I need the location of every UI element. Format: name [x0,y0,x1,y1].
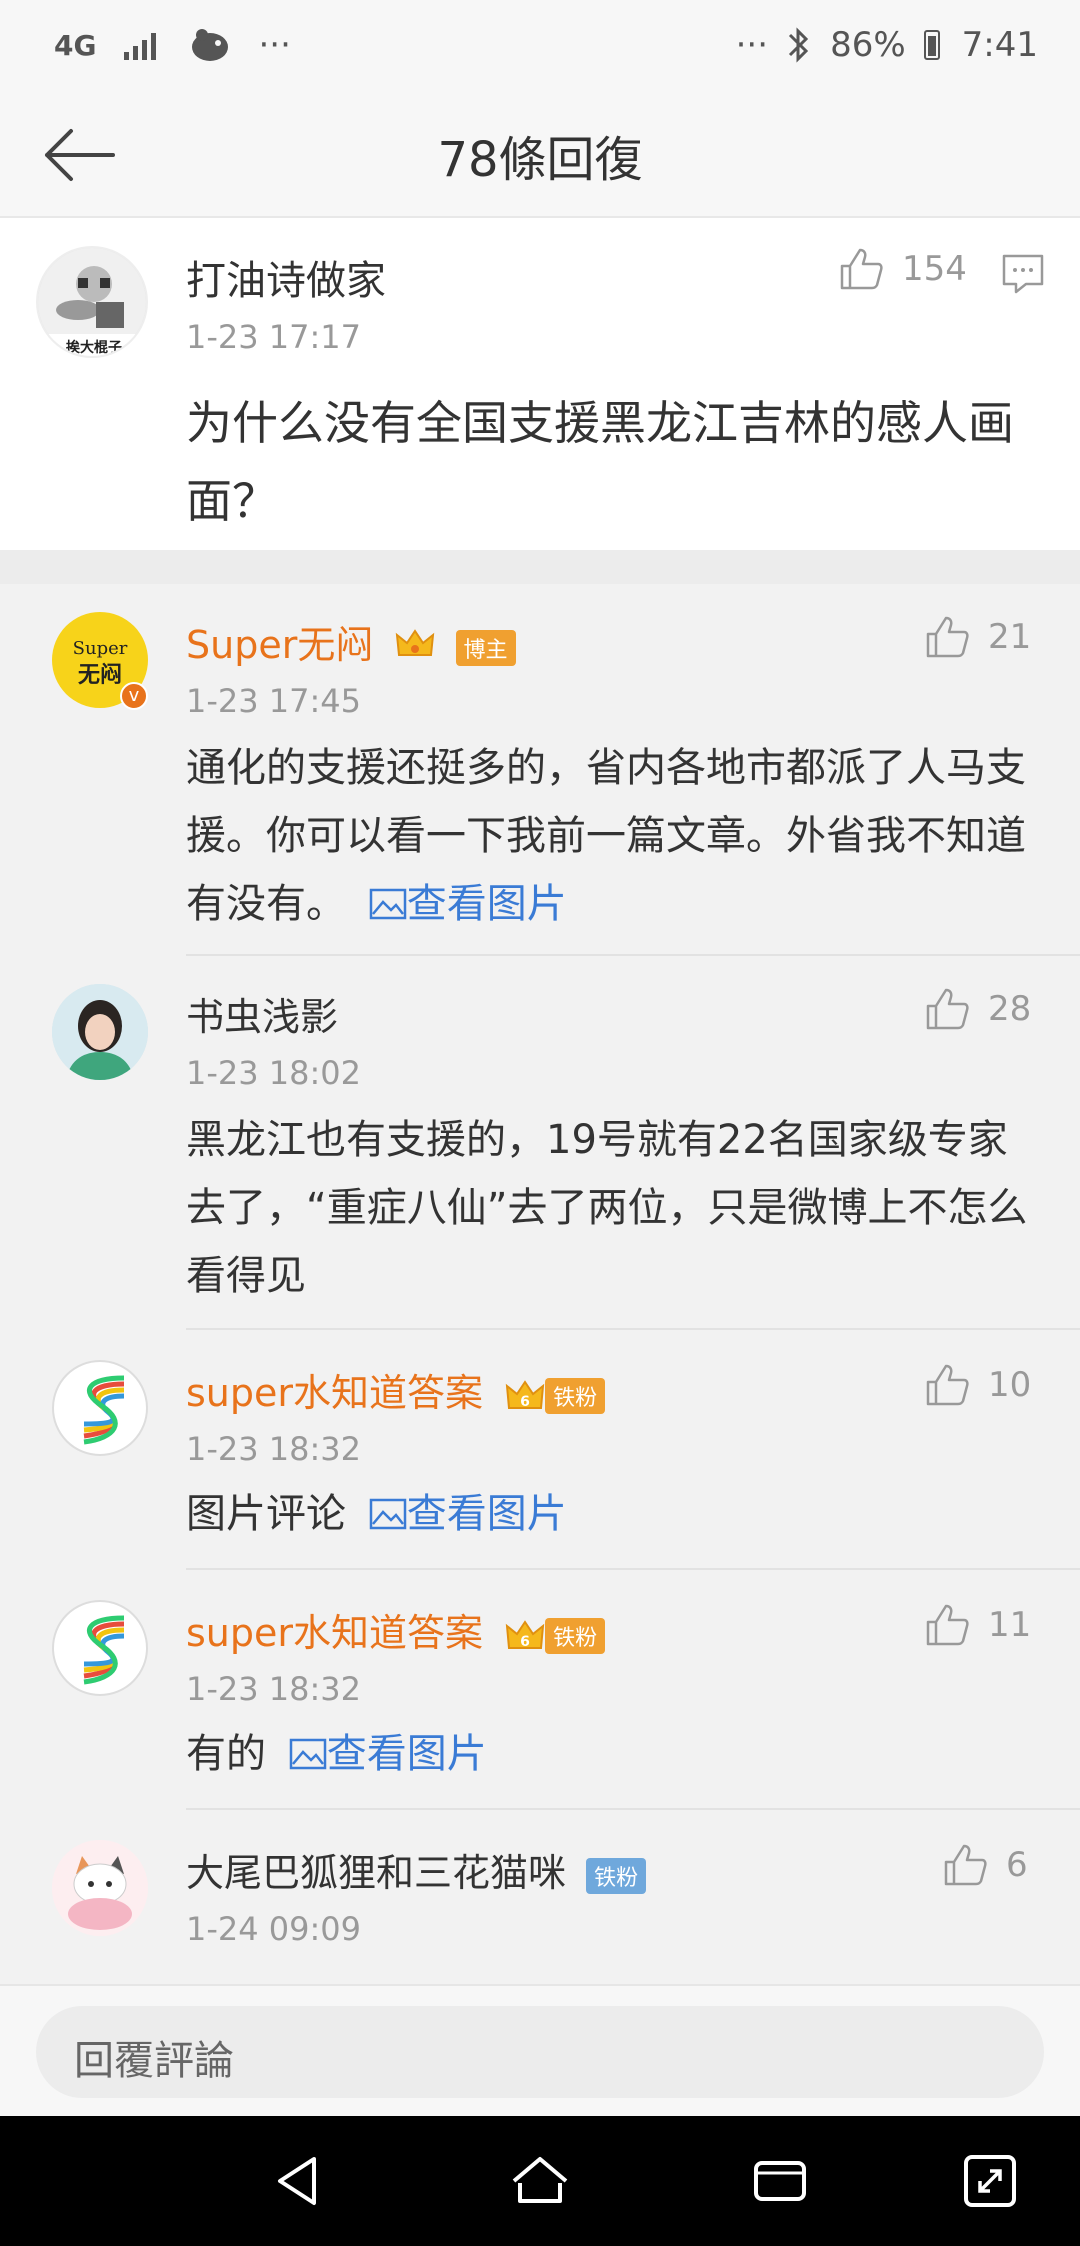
svg-text:无闷: 无闷 [78,662,122,688]
view-image-link[interactable]: 查看图片 [279,1731,487,1777]
nav-home-button[interactable] [510,2151,570,2211]
fan-badge: 铁粉 [586,1857,647,1894]
expand-icon [964,2155,1016,2207]
reply-item: super水知道答案 6 铁粉 1-23 18:32 10 图片评论 查看图片 [0,1330,1080,1570]
like-count: 6 [1006,1845,1028,1885]
home-icon [512,2157,568,2203]
avatar[interactable] [52,1600,148,1696]
nav-expand-button[interactable] [960,2151,1020,2211]
image-icon [289,1738,326,1770]
reply-author[interactable]: Super无闷 博主 [186,614,516,670]
avatar[interactable] [52,984,148,1080]
reply-item: Super 无闷 v Super无闷 博主 1-23 17:45 21 通化的支… [0,584,1080,956]
reply-text: 图片评论 查看图片 [186,1491,567,1537]
reply-input-placeholder: 回覆評論 [74,2038,234,2084]
reply-item: super水知道答案 6 铁粉 1-23 18:32 11 有的 查看图片 [0,1570,1080,1810]
reply-text: 有的 查看图片 [186,1731,487,1777]
like-button[interactable]: 21 [924,614,1031,660]
thumbs-up-icon [944,1844,987,1886]
cat-avatar-icon [52,1840,148,1936]
svg-text:挨大棍子: 挨大棍子 [66,339,122,356]
reply-input-bar: 回覆評論 [0,1984,1080,2116]
reply-time: 1-23 18:32 [186,1670,362,1708]
like-button[interactable]: 154 [838,246,967,292]
blogger-badge: 博主 [455,629,516,666]
reply-button[interactable] [1000,252,1046,300]
crown-icon: 6 [505,1379,545,1410]
app-notification-icon [188,22,232,68]
robot-avatar-icon: 挨大棍子 [38,248,146,356]
rainbow-avatar-icon [83,1375,125,1445]
like-button[interactable]: 11 [924,1602,1031,1648]
page-title: 78條回復 [437,132,643,188]
recents-icon [754,2161,806,2201]
thumbs-up-icon [840,248,883,290]
avatar[interactable] [52,1360,148,1456]
reply-time: 1-23 18:32 [186,1430,362,1468]
avatar[interactable] [52,1840,148,1936]
svg-text:6: 6 [520,1394,530,1410]
comment-icon [1002,254,1044,294]
rainbow-avatar-icon [83,1615,125,1685]
avatar[interactable]: 挨大棍子 [36,246,148,358]
more-status-text: ··· [735,25,769,65]
person-avatar-icon [52,984,148,1080]
verified-badge-icon: v [120,682,148,710]
back-triangle-icon [278,2157,316,2205]
reply-text: 通化的支援还挺多的，省内各地市都派了人马支援。你可以看一下我前一篇文章。外省我不… [186,745,1026,927]
fan-badge: 6 铁粉 [505,1617,606,1654]
status-bar: 4G ··· ··· 86% 7:41 [0,0,1080,92]
reply-time: 1-24 09:09 [186,1910,362,1948]
reply-list: Super 无闷 v Super无闷 博主 1-23 17:45 21 通化的支… [0,584,1080,1984]
like-count: 21 [988,617,1032,657]
reply-input[interactable]: 回覆評論 [36,2006,1044,2098]
like-button[interactable]: 6 [942,1842,1028,1888]
view-image-link[interactable]: 查看图片 [359,881,567,927]
like-count: 154 [902,249,967,289]
reply-time: 1-23 18:02 [186,1054,362,1092]
like-count: 11 [988,1605,1032,1645]
comment-text: 为什么没有全国支援黑龙江吉林的感人画面？ [186,396,1014,528]
svg-text:Super: Super [73,638,128,659]
comment-author[interactable]: 打油诗做家 [186,248,386,306]
signal-icon [122,22,162,68]
bluetooth-icon [786,22,812,68]
thumbs-up-icon [926,1364,969,1406]
battery-percentage: 86% [830,25,906,65]
reply-author[interactable]: super水知道答案 6 铁粉 [186,1602,606,1657]
reply-text: 黑龙江也有支援的，19号就有22名国家级专家去了，“重症八仙”去了两位，只是微博… [186,1117,1028,1299]
like-count: 10 [988,1365,1032,1405]
image-icon [369,1498,406,1530]
title-bar: 78條回復 [0,92,1080,218]
reply-author[interactable]: 书虫浅影 [186,986,338,1041]
thumbs-up-icon [926,1604,969,1646]
reply-author[interactable]: 大尾巴狐狸和三花猫咪 铁粉 [186,1842,647,1897]
crown-icon: 6 [505,1619,545,1650]
nav-recents-button[interactable] [750,2151,810,2211]
main-comment: 挨大棍子 打油诗做家 1-23 17:17 154 为什么没有全国支援黑龙江吉林… [0,218,1080,550]
like-count: 28 [988,989,1032,1029]
more-notifications-text: ··· [258,25,291,65]
thumbs-up-icon [926,988,969,1030]
battery-icon [923,22,944,68]
network-indicator: 4G [54,28,97,62]
reply-item: 大尾巴狐狸和三花猫咪 铁粉 1-24 09:09 6 [0,1810,1080,1984]
navigation-bar [0,2116,1080,2246]
clock: 7:41 [961,25,1038,65]
thumbs-up-icon [926,616,969,658]
nav-back-button[interactable] [270,2151,330,2211]
svg-text:6: 6 [520,1634,530,1650]
like-button[interactable]: 10 [924,1362,1031,1408]
comment-time: 1-23 17:17 [186,318,362,356]
crown-icon [395,626,435,670]
fan-badge: 6 铁粉 [505,1377,606,1414]
reply-time: 1-23 17:45 [186,682,362,720]
view-image-link[interactable]: 查看图片 [359,1491,567,1537]
section-divider [0,550,1080,584]
reply-item: 书虫浅影 1-23 18:02 28 黑龙江也有支援的，19号就有22名国家级专… [0,956,1080,1330]
like-button[interactable]: 28 [924,986,1031,1032]
image-icon [369,888,406,920]
reply-author[interactable]: super水知道答案 6 铁粉 [186,1362,606,1417]
